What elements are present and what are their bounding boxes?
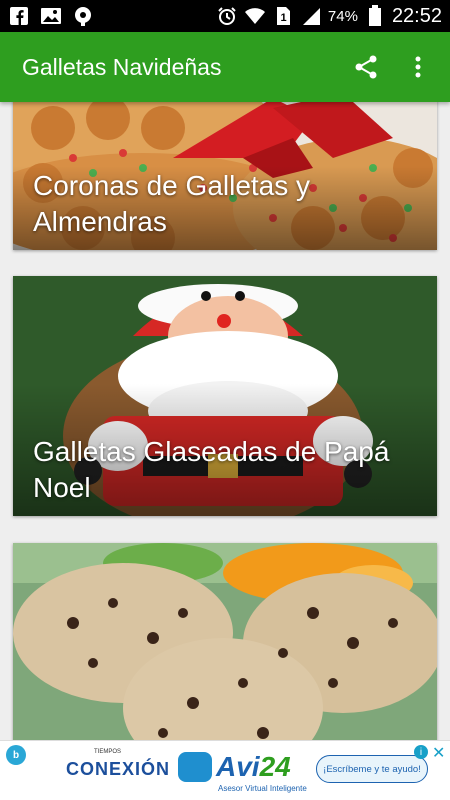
facebook-icon	[8, 6, 30, 26]
ad-banner[interactable]: b TIEMPOS CONEXIÓN Avi24 Asesor Virtual …	[0, 740, 450, 800]
ad-info-icon[interactable]: i	[414, 745, 428, 759]
ad-cta-button[interactable]: ¡Escríbeme y te ayudo!	[316, 755, 428, 783]
battery-percent: 74%	[327, 7, 358, 25]
share-icon	[355, 55, 377, 79]
overflow-menu-icon	[415, 56, 421, 78]
podcast-icon	[72, 6, 94, 26]
ad-brand-suffix: 24	[259, 751, 291, 782]
app-title: Galletas Navideñas	[22, 53, 222, 80]
recipe-card[interactable]	[13, 543, 437, 740]
recipe-image-chocolate-chip-cookies	[13, 543, 437, 740]
overflow-menu-button[interactable]	[402, 51, 434, 83]
ad-close-icon[interactable]: ✕	[432, 743, 445, 763]
recipe-card[interactable]: Coronas de Galletas y Almendras	[13, 102, 437, 250]
sim-icon: 1	[272, 6, 294, 26]
recipe-title: Coronas de Galletas y Almendras	[33, 170, 311, 237]
battery-icon	[364, 5, 386, 26]
app-bar: Galletas Navideñas	[0, 32, 450, 102]
ad-brand: Avi24	[178, 751, 291, 783]
clock: 22:52	[391, 4, 442, 27]
ad-choices-icon[interactable]: b	[6, 745, 26, 765]
gallery-icon	[40, 6, 62, 26]
alarm-icon	[216, 6, 238, 26]
ad-brand-name: Avi	[216, 751, 260, 782]
svg-text:1: 1	[280, 12, 286, 24]
chat-bubble-icon	[178, 752, 212, 782]
signal-icon	[300, 6, 322, 26]
ad-tagline: Asesor Virtual Inteligente	[218, 784, 307, 793]
recipe-card[interactable]: Galletas Glaseadas de Papá Noel	[13, 276, 437, 516]
status-bar: 1 74% 22:52	[0, 0, 450, 32]
wifi-icon	[244, 6, 266, 26]
recipe-list: Coronas de Galletas y Almendras Galletas…	[0, 102, 450, 740]
recipe-title: Galletas Glaseadas de Papá Noel	[33, 436, 390, 503]
ad-sponsor-logo: TIEMPOS CONEXIÓN	[66, 749, 171, 779]
share-button[interactable]	[350, 51, 382, 83]
